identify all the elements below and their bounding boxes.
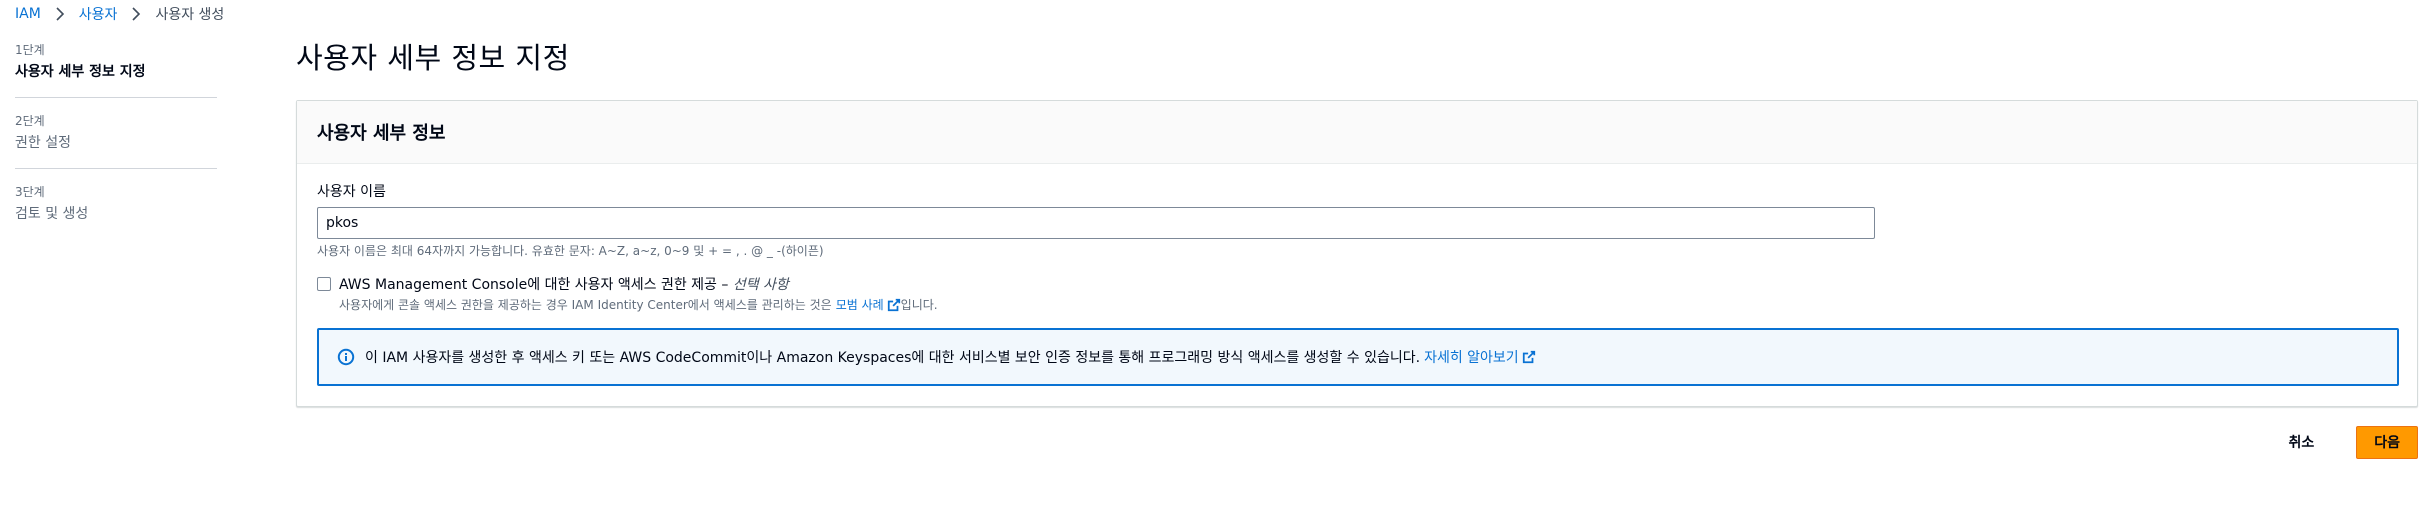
cancel-button[interactable]: 취소 [2268,424,2334,460]
best-practice-link-text: 모범 사례 [835,298,884,312]
panel-title: 사용자 세부 정보 [317,123,446,144]
chevron-right-icon [125,3,147,25]
username-label: 사용자 이름 [317,184,386,200]
learn-more-link[interactable]: 자세히 알아보기 [1424,347,1536,367]
console-access-checkbox[interactable] [317,277,331,291]
breadcrumb-current: 사용자 생성 [155,7,225,23]
wizard-step-2: 2단계 권한 설정 [15,113,217,169]
wizard-steps: 1단계 사용자 세부 정보 지정 2단계 권한 설정 3단계 검토 및 생성 [15,42,217,254]
external-link-icon [887,298,900,311]
step-label: 검토 및 생성 [15,206,89,222]
breadcrumb-item-iam[interactable]: IAM [15,6,41,22]
info-icon [337,348,355,366]
user-details-panel: 사용자 세부 정보 사용자 이름 사용자 이름은 최대 64자까지 가능합니다.… [296,100,2418,407]
external-link-icon [1522,350,1535,364]
panel-header: 사용자 세부 정보 [297,101,2417,164]
console-access-label-text: AWS Management Console에 대한 사용자 액세스 권한 제공… [339,277,733,293]
step-number: 1단계 [15,43,45,57]
step-number: 2단계 [15,114,45,128]
step-number: 3단계 [15,185,45,199]
console-access-desc-suffix: 입니다. [900,298,938,312]
info-alert: 이 IAM 사용자를 생성한 후 액세스 키 또는 AWS CodeCommit… [317,328,2399,386]
page-title: 사용자 세부 정보 지정 [296,41,570,75]
breadcrumb: IAM 사용자 사용자 생성 [15,3,224,25]
breadcrumb-item-users[interactable]: 사용자 [79,4,118,24]
console-access-desc-text: 사용자에게 콘솔 액세스 권한을 제공하는 경우 IAM Identity Ce… [339,298,832,312]
optional-label: 선택 사항 [732,277,789,293]
wizard-step-3: 3단계 검토 및 생성 [15,184,217,239]
wizard-step-1: 1단계 사용자 세부 정보 지정 [15,42,217,98]
learn-more-link-text: 자세히 알아보기 [1424,350,1519,366]
step-label: 사용자 세부 정보 지정 [15,64,146,80]
chevron-right-icon [49,3,71,25]
username-hint: 사용자 이름은 최대 64자까지 가능합니다. 유효한 문자: A~Z, a~z… [317,244,824,258]
wizard-actions: 취소 다음 [2268,424,2418,460]
console-access-description: 사용자에게 콘솔 액세스 권한을 제공하는 경우 IAM Identity Ce… [339,296,938,313]
next-button[interactable]: 다음 [2356,425,2418,459]
step-label: 권한 설정 [15,135,71,151]
best-practice-link[interactable]: 모범 사례 [836,296,901,313]
username-input[interactable] [317,207,1875,239]
console-access-label[interactable]: AWS Management Console에 대한 사용자 액세스 권한 제공… [339,274,789,294]
info-text: 이 IAM 사용자를 생성한 후 액세스 키 또는 AWS CodeCommit… [365,350,1421,366]
